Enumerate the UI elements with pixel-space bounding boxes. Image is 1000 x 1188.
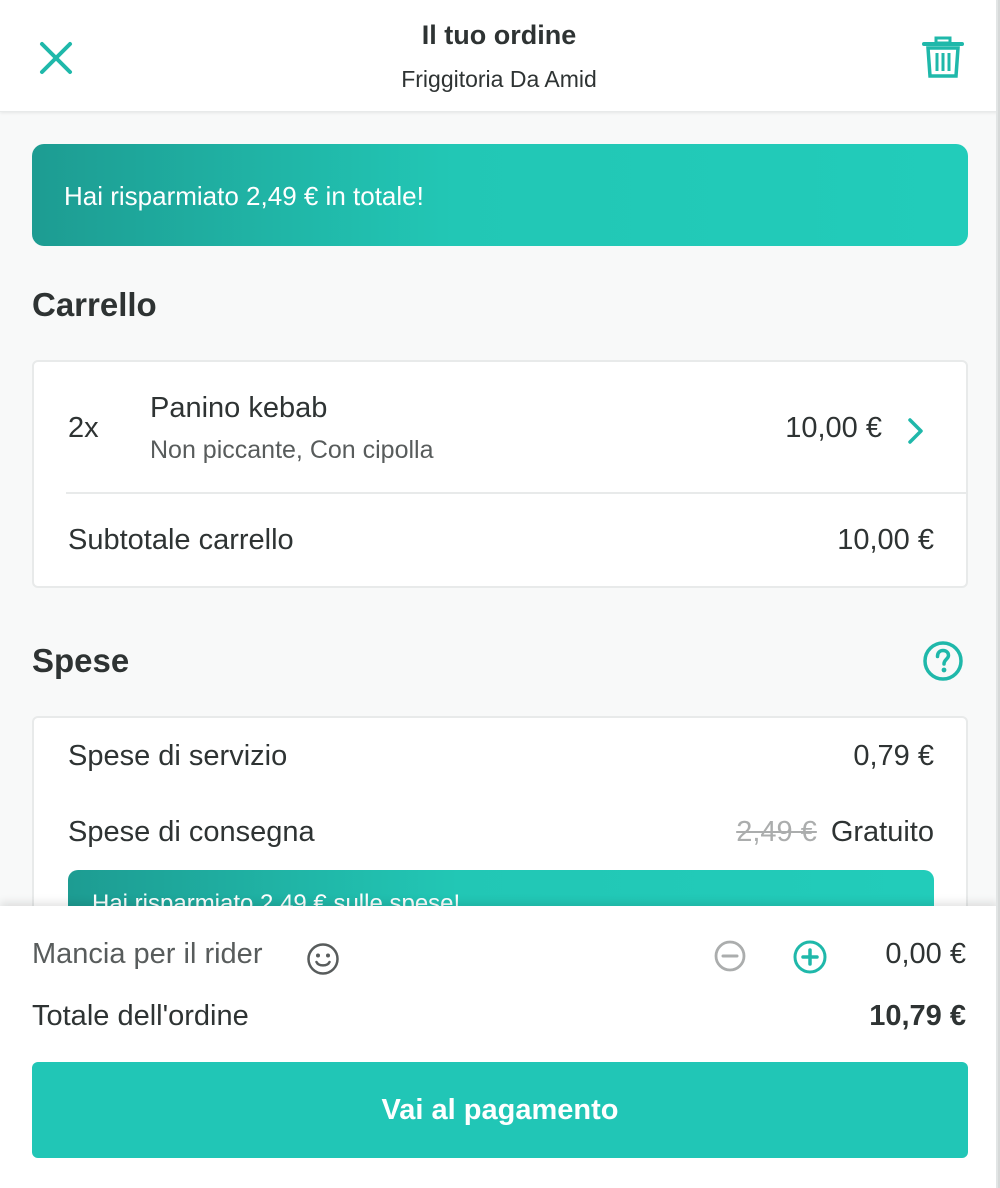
item-price: 10,00 € [785,412,882,444]
help-button[interactable] [922,640,964,682]
item-name: Panino kebab [150,392,328,424]
increase-tip-button[interactable] [792,939,828,975]
chevron-right-icon[interactable] [904,416,928,446]
order-total-value: 10,79 € [869,1000,966,1032]
fees-section-title: Spese [32,642,130,679]
header: Il tuo ordine Friggitoria Da Amid [0,0,996,112]
page-title: Il tuo ordine [421,20,577,50]
subtotal-value: 10,00 € [837,524,934,556]
decrease-tip-button[interactable] [713,939,747,973]
order-footer: Mancia per il rider 0,00 € Totale dell'o… [0,906,996,1188]
tip-value: 0,00 € [885,938,966,970]
tip-label: Mancia per il rider [32,938,263,970]
divider [66,492,966,494]
subtotal-label: Subtotale carrello [68,524,294,556]
savings-banner: Hai risparmiato 2,49 € in totale! [32,144,968,246]
service-fee-label: Spese di servizio [68,740,288,772]
item-options: Non piccante, Con cipolla [150,436,434,464]
delivery-fee-value: 2,49 € Gratuito [736,816,934,849]
service-fee-value: 0,79 € [853,740,934,772]
restaurant-name: Friggitoria Da Amid [401,66,597,92]
question-icon [923,641,963,681]
go-to-payment-button[interactable]: Vai al pagamento [32,1062,968,1158]
delivery-fee-free: Gratuito [830,816,934,848]
order-total-label: Totale dell'ordine [32,1000,249,1032]
smiley-icon [306,942,340,976]
cart-section-title: Carrello [32,286,157,323]
minus-circle-icon [714,940,746,972]
order-sheet: Il tuo ordine Friggitoria Da Amid Hai ri… [0,0,998,1188]
plus-circle-icon [793,940,827,974]
delivery-fee-original: 2,49 € [736,816,817,848]
delivery-fee-label: Spese di consegna [68,816,315,848]
item-quantity: 2x [68,412,99,444]
cart-card: 2x Panino kebab Non piccante, Con cipoll… [32,360,968,588]
cart-item[interactable]: 2x Panino kebab Non piccante, Con cipoll… [34,362,966,492]
trash-icon [922,36,964,78]
delete-order-button[interactable] [916,32,970,86]
